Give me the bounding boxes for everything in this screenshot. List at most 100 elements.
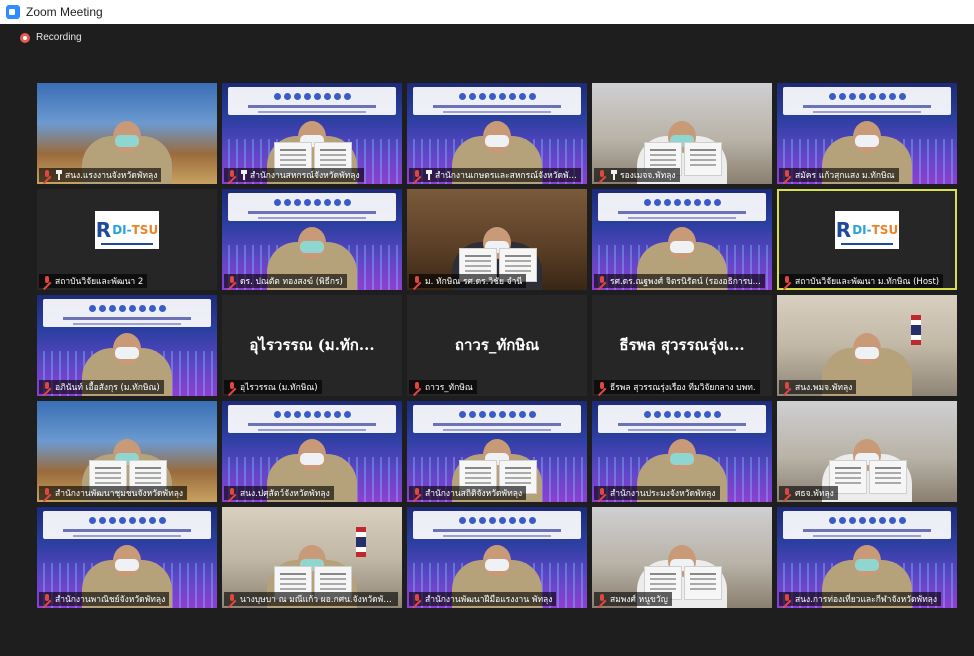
participant-name-label: อุไรวรรณ (ม.ทักษิณ) <box>224 380 322 394</box>
participant-name-label: สำนักงานสหกรณ์จังหวัดพัทลุง <box>224 168 364 182</box>
participant-tile[interactable]: สำนักงานพัฒนาชุมชนจังหวัดพัทลุง <box>37 401 217 502</box>
pin-icon <box>610 169 618 181</box>
participant-name-label: สมพงศ์ หนูขวัญ <box>594 592 672 606</box>
mic-muted-icon <box>596 487 608 499</box>
participant-tile[interactable]: สมพงศ์ หนูขวัญ <box>592 507 772 608</box>
participant-name-label: สถาบันวิจัยและพัฒนา ม.ทักษิณ (Host) <box>779 274 944 288</box>
participant-name: ธีรพล สุวรรณรุ่งเรือง ทีมวิจัยกลาง บพท. <box>610 383 756 393</box>
participant-name: สำนักงานสหกรณ์จังหวัดพัทลุง <box>250 171 360 181</box>
participant-name-label: สนง.การท่องเที่ยวและกีฬาจังหวัดพัทลุง <box>779 592 942 606</box>
participant-name-label: สำนักงานพัฒนาชุมชนจังหวัดพัทลุง <box>39 486 188 500</box>
participant-name: สำนักงานเกษตรและสหกรณ์จังหวัดพั... <box>435 171 577 181</box>
participant-tile[interactable]: ธีรพล สุวรรณรุ่งเ... ธีรพล สุวรรณรุ่งเรือ… <box>592 295 772 396</box>
event-banner <box>43 511 211 539</box>
participant-name: สนง.พมจ.พัทลุง <box>795 383 853 393</box>
participant-name-label: ม. ทักษิณ รศ.ดร.วิชัย จำนี <box>409 274 527 288</box>
participant-name: สำนักงานประมงจังหวัดพัทลุง <box>610 489 716 499</box>
mic-muted-icon <box>41 169 53 181</box>
participant-tile[interactable]: สำนักงานประมงจังหวัดพัทลุง <box>592 401 772 502</box>
participant-name-label: รองเมจจ.พัทลุง <box>594 168 680 182</box>
participant-name-label: สนง.พมจ.พัทลุง <box>779 380 857 394</box>
participant-tile[interactable]: ถาวร_ทักษิณ ถาวร_ทักษิณ <box>407 295 587 396</box>
mic-muted-icon <box>596 381 608 393</box>
participant-tile[interactable]: สำนักงานสหกรณ์จังหวัดพัทลุง <box>222 83 402 184</box>
participant-tile[interactable]: ม. ทักษิณ รศ.ดร.วิชัย จำนี <box>407 189 587 290</box>
participant-name-label: รศ.ดร.ณฐพงศ์ จิตรนิรัตน์ (รองอธิการบ... <box>594 274 765 288</box>
participant-name: ม. ทักษิณ รศ.ดร.วิชัย จำนี <box>425 277 523 287</box>
participant-name: สำนักงานสถิติจังหวัดพัทลุง <box>425 489 523 499</box>
participant-tile[interactable]: สมัคร แก้วสุกแสง ม.ทักษิณ <box>777 83 957 184</box>
thai-flag <box>911 315 921 345</box>
participant-tile[interactable]: ศธจ.พัทลุง <box>777 401 957 502</box>
participant-name-label: สำนักงานประมงจังหวัดพัทลุง <box>594 486 720 500</box>
event-banner <box>598 405 766 433</box>
title-bar: Zoom Meeting <box>0 0 974 25</box>
participant-tile[interactable]: สำนักงานพัฒนาฝีมือแรงงาน พัทลุง <box>407 507 587 608</box>
mic-muted-icon <box>226 593 238 605</box>
window-title: Zoom Meeting <box>26 5 103 19</box>
thai-flag <box>356 527 366 557</box>
meeting-area: Recording สนง.แรงงานจังหวัดพัทลุงสำนักงา… <box>0 24 974 656</box>
participant-name: สำนักงานพาณิชย์จังหวัดพัทลุง <box>55 595 166 605</box>
participant-tile[interactable]: อุไรวรรณ (ม.ทัก... อุไรวรรณ (ม.ทักษิณ) <box>222 295 402 396</box>
zoom-icon <box>6 5 20 19</box>
pin-icon <box>425 169 433 181</box>
mic-muted-icon <box>411 169 423 181</box>
participant-tile[interactable]: สนง.ปศุสัตว์จังหวัดพัทลุง <box>222 401 402 502</box>
mic-muted-icon <box>41 487 53 499</box>
participant-name: สนง.แรงงานจังหวัดพัทลุง <box>65 171 158 181</box>
participant-tile[interactable]: สนง.แรงงานจังหวัดพัทลุง <box>37 83 217 184</box>
pin-icon <box>240 169 248 181</box>
participant-tile[interactable]: สำนักงานสถิติจังหวัดพัทลุง <box>407 401 587 502</box>
gallery-grid: สนง.แรงงานจังหวัดพัทลุง สำนักงานสหกรณ์จัง… <box>37 83 959 610</box>
participant-tile[interactable]: สนง.พมจ.พัทลุง <box>777 295 957 396</box>
event-banner <box>228 405 396 433</box>
participant-name-label: สำนักงานเกษตรและสหกรณ์จังหวัดพั... <box>409 168 581 182</box>
participant-tile[interactable]: R DI- TSU สถาบันวิจัยและพัฒนา ม.ทักษิณ (Hos… <box>777 189 957 290</box>
event-banner <box>598 193 766 221</box>
participant-name: ถาวร_ทักษิณ <box>425 383 473 393</box>
event-banner <box>783 511 951 539</box>
participant-name-label: สถาบันวิจัยและพัฒนา 2 <box>39 274 148 288</box>
participant-name: สนง.ปศุสัตว์จังหวัดพัทลุง <box>240 489 330 499</box>
mic-muted-icon <box>411 381 423 393</box>
participant-tile[interactable]: ดร. ปณตัต ทองสงฆ์ (พิธีกร) <box>222 189 402 290</box>
participant-tile[interactable]: นางบุษบา ณ มณีแก้ว ผอ.กศน.จังหวัดพัทลุง <box>222 507 402 608</box>
mic-muted-icon <box>781 381 793 393</box>
participant-name-label: ธีรพล สุวรรณรุ่งเรือง ทีมวิจัยกลาง บพท. <box>594 380 760 394</box>
mic-muted-icon <box>226 381 238 393</box>
participant-tile[interactable]: รองเมจจ.พัทลุง <box>592 83 772 184</box>
mic-muted-icon <box>596 275 608 287</box>
participant-name: นางบุษบา ณ มณีแก้ว ผอ.กศน.จังหวัดพัทลุง <box>240 595 394 605</box>
event-banner <box>413 405 581 433</box>
participant-tile[interactable]: อภินันท์ เอื้อสังกุร (ม.ทักษิณ) <box>37 295 217 396</box>
participant-tile[interactable]: สนง.การท่องเที่ยวและกีฬาจังหวัดพัทลุง <box>777 507 957 608</box>
participant-name: อุไรวรรณ (ม.ทักษิณ) <box>240 383 318 393</box>
mic-muted-icon <box>41 381 53 393</box>
mic-muted-icon <box>226 169 238 181</box>
participant-name: สถาบันวิจัยและพัฒนา 2 <box>55 277 144 287</box>
mic-muted-icon <box>781 487 793 499</box>
participant-name: สำนักงานพัฒนาฝีมือแรงงาน พัทลุง <box>425 595 553 605</box>
participant-name: รองเมจจ.พัทลุง <box>620 171 676 181</box>
participant-name: รศ.ดร.ณฐพงศ์ จิตรนิรัตน์ (รองอธิการบ... <box>610 277 761 287</box>
rdi-tsu-logo: R DI- TSU <box>835 211 899 249</box>
participant-name-label: สนง.ปศุสัตว์จังหวัดพัทลุง <box>224 486 334 500</box>
participant-name: สถาบันวิจัยและพัฒนา ม.ทักษิณ (Host) <box>795 277 940 287</box>
participant-tile[interactable]: R DI- TSU สถาบันวิจัยและพัฒนา 2 <box>37 189 217 290</box>
participant-name: ศธจ.พัทลุง <box>795 489 834 499</box>
mic-muted-icon <box>226 487 238 499</box>
participant-name-label: ดร. ปณตัต ทองสงฆ์ (พิธีกร) <box>224 274 347 288</box>
participant-display-name: อุไรวรรณ (ม.ทัก... <box>249 336 375 354</box>
mic-muted-icon <box>41 593 53 605</box>
participant-name: สำนักงานพัฒนาชุมชนจังหวัดพัทลุง <box>55 489 184 499</box>
rdi-tsu-logo: R DI- TSU <box>95 211 159 249</box>
mic-muted-icon <box>411 275 423 287</box>
recording-indicator[interactable]: Recording <box>20 32 82 43</box>
participant-tile[interactable]: สำนักงานพาณิชย์จังหวัดพัทลุง <box>37 507 217 608</box>
participant-tile[interactable]: รศ.ดร.ณฐพงศ์ จิตรนิรัตน์ (รองอธิการบ... <box>592 189 772 290</box>
participant-name-label: ศธจ.พัทลุง <box>779 486 838 500</box>
participant-name-label: สำนักงานพัฒนาฝีมือแรงงาน พัทลุง <box>409 592 557 606</box>
event-banner <box>783 87 951 115</box>
participant-tile[interactable]: สำนักงานเกษตรและสหกรณ์จังหวัดพั... <box>407 83 587 184</box>
